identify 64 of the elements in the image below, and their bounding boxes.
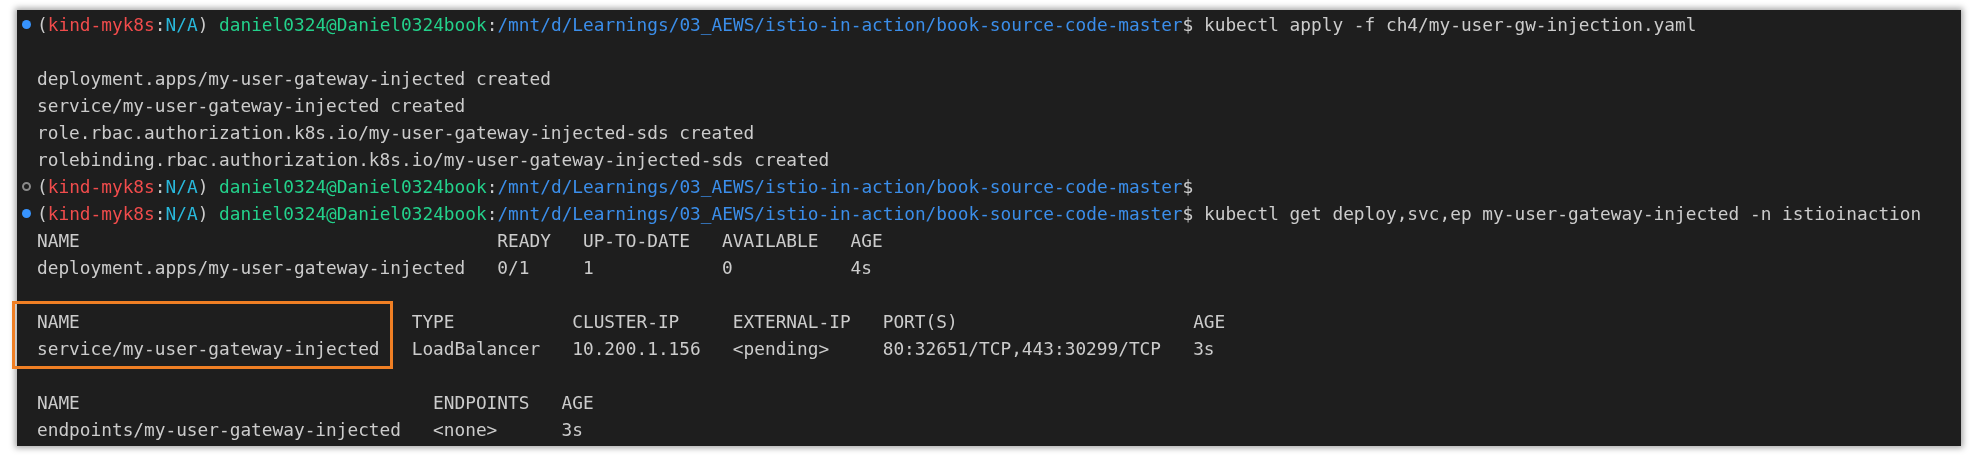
prompt-punctuation: : bbox=[154, 202, 166, 226]
column-header: AGE bbox=[561, 391, 594, 415]
command-text: kubectl apply -f ch4/my-user-gw-injection.yaml bbox=[1203, 13, 1697, 37]
kube-namespace: N/A bbox=[165, 175, 198, 199]
table-cell-text: <pending> bbox=[732, 337, 831, 361]
kube-namespace: N/A bbox=[165, 13, 198, 37]
table-cell-text: 3s bbox=[1193, 337, 1216, 361]
prompt-punctuation: : bbox=[154, 175, 166, 199]
table-cell-text: 0 bbox=[722, 256, 734, 280]
table-cell-text: <none> bbox=[433, 418, 499, 442]
command-status-icon[interactable] bbox=[22, 182, 31, 191]
user-host: daniel0324@Daniel0324book bbox=[219, 202, 487, 226]
directory-path: /mnt/d/Learnings/03_AEWS/istio-in-action/book-source-code-master bbox=[497, 13, 1183, 37]
directory-path: /mnt/d/Learnings/03_AEWS/istio-in-action/book-source-code-master bbox=[497, 175, 1183, 199]
directory-path: /mnt/d/Learnings/03_AEWS/istio-in-action/book-source-code-master bbox=[497, 202, 1183, 226]
column-header: NAME bbox=[37, 229, 81, 253]
table-cell-text: 4s bbox=[850, 256, 873, 280]
prompt-punctuation: : bbox=[154, 13, 166, 37]
table-cell-text: 10.200.1.156 bbox=[572, 337, 702, 361]
output-line: service/my-user-gateway-injected created bbox=[37, 94, 466, 118]
column-header: READY bbox=[497, 229, 552, 253]
table-cell-text: 1 bbox=[582, 256, 595, 280]
kube-context: kind-myk8s bbox=[47, 175, 155, 199]
kube-context: kind-myk8s bbox=[47, 202, 155, 226]
command-status-icon[interactable] bbox=[22, 20, 31, 29]
prompt-punctuation: $ bbox=[1182, 175, 1194, 199]
column-header: AVAILABLE bbox=[722, 229, 820, 253]
user-host: daniel0324@Daniel0324book bbox=[219, 175, 487, 199]
prompt-punctuation: : bbox=[486, 175, 498, 199]
kube-namespace: N/A bbox=[165, 202, 198, 226]
column-header: AGE bbox=[1193, 310, 1226, 334]
output-line: deployment.apps/my-user-gateway-injected created bbox=[37, 67, 551, 91]
column-header: UP-TO-DATE bbox=[582, 229, 691, 253]
prompt-punctuation: ( bbox=[37, 202, 48, 226]
prompt-punctuation: ) bbox=[197, 13, 209, 37]
table-cell-text: deployment.apps/my-user-gateway-injected bbox=[37, 256, 467, 280]
command-status-icon[interactable] bbox=[22, 209, 31, 218]
output-line: rolebinding.rbac.authorization.k8s.io/my-user-gateway-injected-sds created bbox=[37, 148, 830, 172]
prompt-punctuation: ) bbox=[197, 175, 209, 199]
column-header: CLUSTER-IP bbox=[572, 310, 681, 334]
column-header: EXTERNAL-IP bbox=[732, 310, 852, 334]
table-cell-text: 80:32651/TCP,443:30299/TCP bbox=[882, 337, 1163, 361]
column-header: AGE bbox=[850, 229, 883, 253]
table-cell-text: 0/1 bbox=[497, 256, 531, 280]
column-header: PORT(S) bbox=[882, 310, 959, 334]
prompt-punctuation: $ bbox=[1182, 202, 1194, 226]
prompt-punctuation: ( bbox=[37, 13, 48, 37]
kube-context: kind-myk8s bbox=[47, 13, 155, 37]
table-cell-text: LoadBalancer bbox=[411, 337, 542, 361]
table-cell-text: endpoints/my-user-gateway-injected bbox=[37, 418, 402, 442]
output-line: role.rbac.authorization.k8s.io/my-user-gateway-injected-sds created bbox=[37, 121, 755, 145]
column-header: TYPE bbox=[411, 310, 456, 334]
prompt-punctuation: ( bbox=[37, 175, 48, 199]
user-host: daniel0324@Daniel0324book bbox=[219, 13, 487, 37]
column-header: NAME bbox=[37, 310, 81, 334]
prompt-punctuation: ) bbox=[197, 202, 209, 226]
column-header: ENDPOINTS bbox=[433, 391, 531, 415]
table-cell-text: 3s bbox=[561, 418, 584, 442]
command-text: kubectl get deploy,svc,ep my-user-gateway-injected -n istioinaction bbox=[1203, 202, 1922, 226]
table-cell-text: service/my-user-gateway-injected bbox=[37, 337, 381, 361]
prompt-punctuation: $ bbox=[1182, 13, 1194, 37]
prompt-punctuation: : bbox=[486, 13, 498, 37]
column-header: NAME bbox=[37, 391, 81, 415]
prompt-punctuation: : bbox=[486, 202, 498, 226]
